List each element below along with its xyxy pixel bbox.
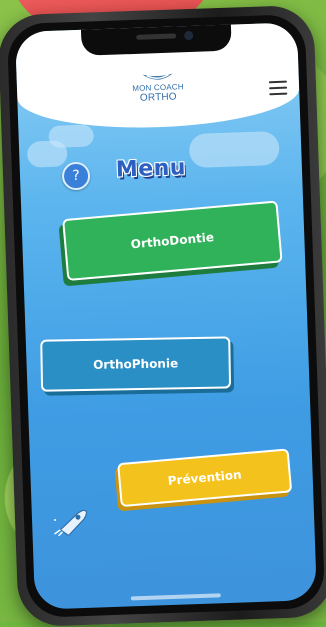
camera-icon [184, 30, 194, 41]
rocket-icon [54, 509, 88, 537]
page-title: Menu [115, 155, 187, 183]
app-screen: MON COACH ORTHO ? Menu OrthoDontie Ortho… [14, 22, 318, 610]
prevention-button[interactable]: Prévention [117, 448, 293, 508]
orthodontie-button[interactable]: OrthoDontie [62, 200, 283, 282]
help-button[interactable]: ? [61, 161, 91, 191]
phone-mockup: MON COACH ORTHO ? Menu OrthoDontie Ortho… [0, 4, 326, 627]
hamburger-menu-icon[interactable] [268, 80, 288, 96]
phone-notch [80, 24, 232, 56]
cloud-icon [188, 130, 280, 169]
speaker-grille [136, 33, 177, 40]
orthophonie-button[interactable]: OrthoPhonie [40, 336, 232, 392]
home-indicator [130, 593, 221, 601]
cloud-icon [48, 124, 95, 148]
